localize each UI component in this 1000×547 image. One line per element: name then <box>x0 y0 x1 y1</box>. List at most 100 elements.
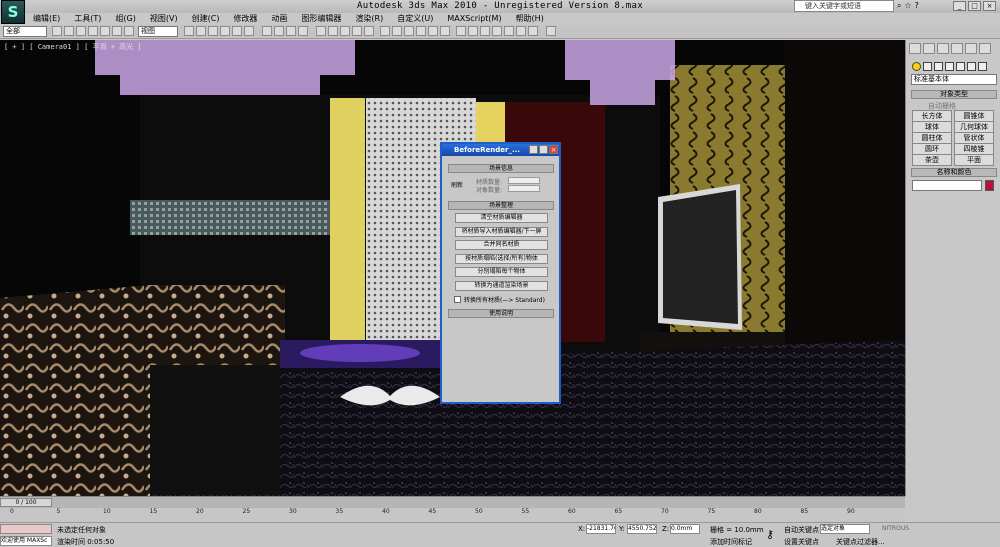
toolbar-tool-0-icon[interactable] <box>52 26 62 36</box>
dialog-action-button-3[interactable]: 按材质塌陷(选择/所有)物体 <box>455 253 548 264</box>
help-search-input[interactable]: 键入关键字或短语 <box>794 0 894 12</box>
binoculars-icon[interactable]: ⌕ <box>897 1 901 11</box>
maximize-button[interactable]: □ <box>968 1 981 11</box>
section-scene-cleanup[interactable]: 场景整理 <box>448 201 554 210</box>
app-logo[interactable]: S <box>1 0 25 24</box>
toolbar-tool-29-icon[interactable] <box>468 26 478 36</box>
toolbar-tool-2-icon[interactable] <box>76 26 86 36</box>
object-type-rollout[interactable]: 对象类型 <box>911 90 997 99</box>
name-color-rollout[interactable]: 名称和颜色 <box>911 168 997 177</box>
help-icon[interactable]: ? <box>915 1 919 11</box>
toolbar-tool-35-icon[interactable] <box>546 26 556 36</box>
geometry-icon[interactable] <box>912 62 921 71</box>
toolbar-tool-17-icon[interactable] <box>316 26 326 36</box>
lights-icon[interactable] <box>934 62 943 71</box>
selection-filter-dropdown[interactable]: 全部 <box>3 26 47 37</box>
key-mode-dropdown[interactable]: 选定对象 <box>820 524 870 534</box>
toolbar-tool-4-icon[interactable] <box>100 26 110 36</box>
dialog-close-button[interactable]: × <box>549 145 558 154</box>
dialog-action-button-2[interactable]: 合并同名材质 <box>455 240 548 250</box>
key-filters-button[interactable]: 关键点过滤器... <box>836 537 885 547</box>
toolbar-tool-30-icon[interactable] <box>480 26 490 36</box>
dialog-action-button-1[interactable]: 将材质导入材质编辑器/下一屏 <box>455 226 548 237</box>
helpers-icon[interactable] <box>956 62 965 71</box>
display-tab-icon[interactable] <box>965 43 977 54</box>
toolbar-tool-8-icon[interactable] <box>196 26 206 36</box>
toolbar-tool-34-icon[interactable] <box>528 26 538 36</box>
toolbar-tool-3-icon[interactable] <box>88 26 98 36</box>
z-coordinate-field[interactable]: 0.0mm <box>670 524 700 534</box>
modify-tab-icon[interactable] <box>923 43 935 54</box>
toolbar-tool-15-icon[interactable] <box>286 26 296 36</box>
maxscript-mini-listener[interactable]: 欢迎使用 MAXSc <box>0 536 52 546</box>
cameras-icon[interactable] <box>945 62 954 71</box>
primitive-button-9[interactable]: 平面 <box>954 154 994 166</box>
dialog-action-button-4[interactable]: 分别塌陷每个物体 <box>455 267 548 277</box>
toolbar-tool-12-icon[interactable] <box>244 26 254 36</box>
menu-item-4[interactable]: 创建(C) <box>185 13 227 24</box>
dialog-minimize-button[interactable] <box>529 145 538 154</box>
reference-coordinate-dropdown[interactable]: 视图 <box>138 26 178 37</box>
menu-item-10[interactable]: MAXScript(M) <box>440 13 508 24</box>
toolbar-tool-6-icon[interactable] <box>124 26 134 36</box>
menu-item-1[interactable]: 工具(T) <box>67 13 108 24</box>
toolbar-tool-7-icon[interactable] <box>184 26 194 36</box>
hierarchy-tab-icon[interactable] <box>937 43 949 54</box>
toolbar-tool-26-icon[interactable] <box>428 26 438 36</box>
toolbar-tool-18-icon[interactable] <box>328 26 338 36</box>
toolbar-tool-14-icon[interactable] <box>274 26 284 36</box>
toolbar-tool-10-icon[interactable] <box>220 26 230 36</box>
menu-item-6[interactable]: 动画 <box>264 13 294 24</box>
add-time-tag[interactable]: 添加时间标记 <box>710 537 752 547</box>
menu-item-0[interactable]: 编辑(E) <box>26 13 67 24</box>
toolbar-tool-1-icon[interactable] <box>64 26 74 36</box>
toolbar-tool-13-icon[interactable] <box>262 26 272 36</box>
y-coordinate-field[interactable]: 4550.752n <box>627 524 657 534</box>
primitive-button-8[interactable]: 茶壶 <box>912 154 952 166</box>
toolbar-tool-11-icon[interactable] <box>232 26 242 36</box>
convert-materials-checkbox[interactable] <box>454 296 461 303</box>
dialog-action-button-5[interactable]: 转换为通道渲染场景 <box>455 280 548 291</box>
close-button[interactable]: × <box>983 1 996 11</box>
toolbar-tool-28-icon[interactable] <box>456 26 466 36</box>
toolbar-tool-20-icon[interactable] <box>352 26 362 36</box>
object-color-swatch[interactable] <box>985 180 994 191</box>
toolbar-tool-19-icon[interactable] <box>340 26 350 36</box>
systems-icon[interactable] <box>978 62 987 71</box>
toolbar-tool-21-icon[interactable] <box>364 26 374 36</box>
section-usage-notes[interactable]: 使用说明 <box>448 309 554 318</box>
menu-item-2[interactable]: 组(G) <box>108 13 142 24</box>
menu-item-11[interactable]: 帮助(H) <box>509 13 551 24</box>
time-slider[interactable]: 0 / 100 <box>0 496 905 508</box>
viewport-label[interactable]: [ + ] [ Camera01 ] [ 平滑 + 高光 ] <box>4 42 142 52</box>
toolbar-tool-22-icon[interactable] <box>380 26 390 36</box>
menu-item-7[interactable]: 图形编辑器 <box>294 13 348 24</box>
utilities-tab-icon[interactable] <box>979 43 991 54</box>
toolbar-tool-23-icon[interactable] <box>392 26 402 36</box>
star-icon[interactable]: ☆ <box>904 1 911 11</box>
x-coordinate-field[interactable]: -21831.76 <box>586 524 616 534</box>
motion-tab-icon[interactable] <box>951 43 963 54</box>
maxscript-listener-pink[interactable] <box>0 524 52 534</box>
menu-item-5[interactable]: 修改器 <box>226 13 264 24</box>
toolbar-tool-33-icon[interactable] <box>516 26 526 36</box>
key-icon[interactable]: ⚷ <box>766 528 774 541</box>
auto-key-button[interactable]: 自动关键点 <box>784 525 819 535</box>
dialog-action-button-0[interactable]: 清空材质编辑器 <box>455 213 548 223</box>
toolbar-tool-5-icon[interactable] <box>112 26 122 36</box>
minimize-button[interactable]: _ <box>953 1 966 11</box>
create-tab-icon[interactable] <box>909 43 921 54</box>
toolbar-tool-27-icon[interactable] <box>440 26 450 36</box>
track-bar[interactable]: 0 5 10 15 20 25 30 35 40 45 50 55 60 65 70 75 80 85 90 <box>0 508 905 522</box>
dialog-maximize-button[interactable] <box>539 145 548 154</box>
toolbar-tool-25-icon[interactable] <box>416 26 426 36</box>
primitive-category-dropdown[interactable]: 标准基本体 <box>911 74 997 85</box>
object-name-input[interactable] <box>912 180 982 191</box>
menu-item-3[interactable]: 视图(V) <box>143 13 185 24</box>
toolbar-tool-24-icon[interactable] <box>404 26 414 36</box>
spacewarps-icon[interactable] <box>967 62 976 71</box>
section-scene-info[interactable]: 场景信息 <box>448 164 554 173</box>
toolbar-tool-32-icon[interactable] <box>504 26 514 36</box>
toolbar-tool-16-icon[interactable] <box>298 26 308 36</box>
toolbar-tool-31-icon[interactable] <box>492 26 502 36</box>
